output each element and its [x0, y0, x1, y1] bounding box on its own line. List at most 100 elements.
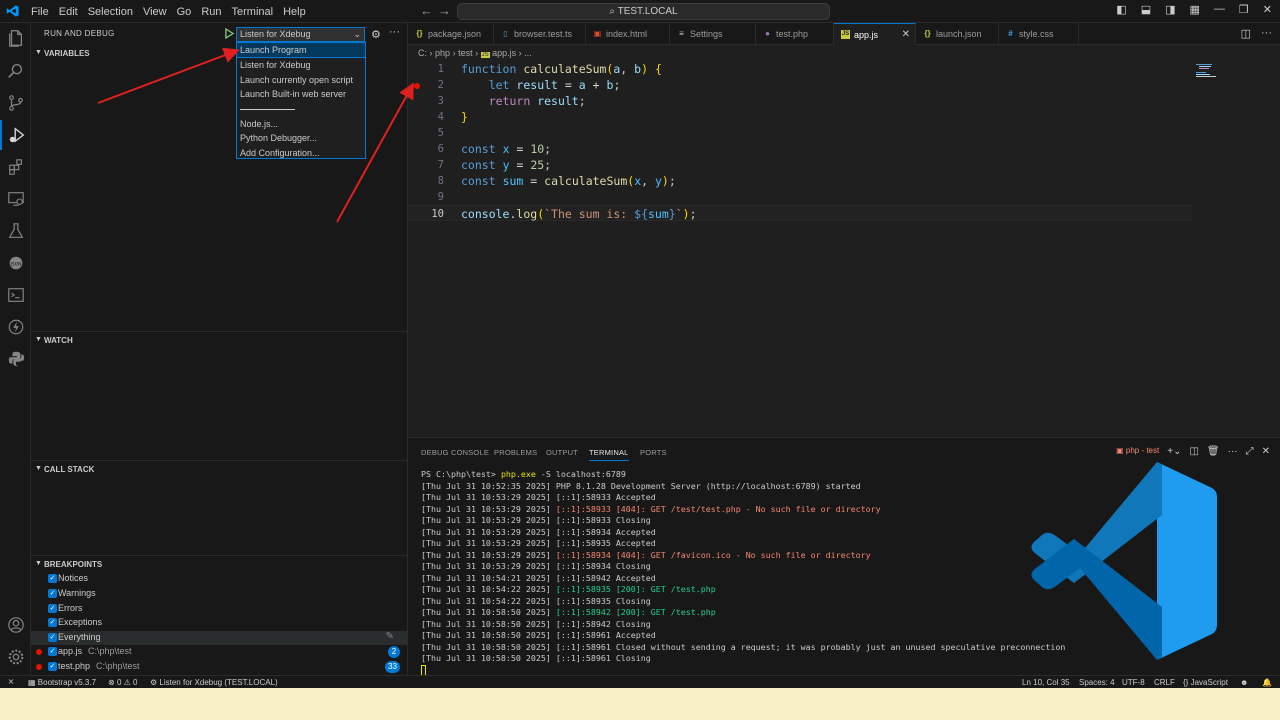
breakpoints-section-header[interactable]: ▼ BREAKPOINTS — [31, 555, 408, 573]
remote-indicator-icon[interactable]: ⨯ — [0, 676, 22, 688]
forward-arrow-icon[interactable]: → — [438, 3, 451, 18]
new-terminal-plus-icon[interactable]: +⌄ — [1167, 446, 1181, 457]
breakpoint-row-test-php[interactable]: ✓ test.php C:\php\test 33 — [31, 660, 408, 674]
copilot-icon[interactable]: ☻ — [1240, 677, 1248, 688]
panel-tab-ports[interactable]: PORTS — [640, 448, 667, 457]
code-editor[interactable]: 1 function calculateSum(a, b) { 2 let res… — [408, 61, 1280, 437]
panel-tab-problems[interactable]: PROBLEMS — [494, 448, 537, 457]
restore-window-icon[interactable]: ❐ — [1239, 3, 1249, 16]
code-line[interactable]: 9 — [408, 189, 1198, 205]
breakpoint-row-warnings[interactable]: ✓ Warnings — [31, 587, 408, 601]
code-line[interactable]: 3 return result; — [408, 93, 1198, 109]
tab-settings[interactable]: ≡ Settings — [670, 23, 756, 45]
close-tab-icon[interactable]: ✕ — [902, 24, 910, 46]
close-panel-icon[interactable]: ✕ — [1262, 446, 1270, 457]
code-line[interactable]: 8 const sum = calculateSum(x, y); — [408, 173, 1198, 189]
tab-app-js[interactable]: JS app.js ✕ — [834, 23, 916, 45]
toggle-secondary-sidebar-icon[interactable]: ◨ — [1165, 3, 1175, 16]
back-arrow-icon[interactable]: ← — [420, 3, 433, 18]
tab-launch-json[interactable]: {} launch.json — [916, 23, 999, 45]
testing-icon[interactable] — [0, 216, 31, 246]
eol-status[interactable]: CRLF — [1154, 677, 1175, 688]
more-actions-icon[interactable]: ··· — [1261, 27, 1272, 40]
dropdown-option[interactable]: Launch Program — [236, 42, 366, 58]
edit-pencil-icon[interactable]: ✎ — [386, 631, 394, 642]
menu-selection[interactable]: Selection — [83, 6, 138, 18]
bootstrap-status[interactable]: ▦ Bootstrap v5.3.7 — [28, 677, 96, 688]
split-editor-icon[interactable]: ◫ — [1241, 27, 1251, 40]
explorer-icon[interactable] — [0, 23, 31, 53]
tab-package-json[interactable]: {} package.json — [408, 23, 494, 45]
checkbox-checked-icon[interactable]: ✓ — [48, 618, 57, 627]
notifications-bell-icon[interactable]: 🔔 — [1262, 677, 1272, 688]
tab-test-php[interactable]: ● test.php — [756, 23, 834, 45]
maximize-panel-icon[interactable]: ⤢ — [1246, 446, 1254, 457]
breadcrumb-item[interactable]: ... — [524, 48, 532, 58]
checkbox-checked-icon[interactable]: ✓ — [48, 574, 57, 583]
toggle-primary-sidebar-icon[interactable]: ◧ — [1116, 3, 1126, 16]
breakpoint-row-notices[interactable]: ✓ Notices — [31, 572, 408, 586]
tab-style-css[interactable]: # style.css — [999, 23, 1079, 45]
breakpoint-row-app-js[interactable]: ✓ app.js C:\php\test 2 — [31, 645, 408, 659]
problems-status[interactable]: ⊗ 0 ⚠ 0 — [108, 677, 137, 688]
minimap[interactable] — [1196, 63, 1222, 77]
dropdown-option[interactable]: Launch currently open script — [237, 73, 365, 87]
dropdown-option[interactable]: Listen for Xdebug — [237, 58, 365, 72]
menu-terminal[interactable]: Terminal — [227, 6, 279, 18]
kill-terminal-trash-icon[interactable]: 🗑 — [1207, 446, 1220, 457]
manage-gear-icon[interactable] — [0, 642, 31, 672]
menu-view[interactable]: View — [138, 6, 172, 18]
language-status[interactable]: {} JavaScript — [1183, 677, 1228, 688]
menu-file[interactable]: File — [26, 6, 54, 18]
breakpoint-row-errors[interactable]: ✓ Errors — [31, 602, 408, 616]
json-extension-icon[interactable]: JSON — [0, 248, 31, 278]
cursor-position[interactable]: Ln 10, Col 35 — [1022, 677, 1070, 688]
panel-tab-terminal[interactable]: TERMINAL — [589, 448, 629, 461]
open-launch-json-gear-icon[interactable]: ⚙ — [371, 28, 381, 41]
remote-explorer-icon[interactable] — [0, 184, 31, 214]
extensions-icon[interactable] — [0, 152, 31, 182]
dropdown-option[interactable]: Node.js... — [237, 117, 365, 131]
breakpoint-row-everything[interactable]: ✓ Everything ✎ — [31, 631, 408, 645]
debug-configuration-select[interactable]: Listen for Xdebug ⌄ — [236, 27, 365, 42]
account-icon[interactable] — [0, 610, 31, 640]
code-line[interactable]: 4} — [408, 109, 1198, 125]
more-actions-icon[interactable]: ··· — [1228, 446, 1238, 457]
encoding-status[interactable]: UTF-8 — [1122, 677, 1145, 688]
tab-browser-test-ts[interactable]: ▯ browser.test.ts — [494, 23, 586, 45]
panel-tab-debug-console[interactable]: DEBUG CONSOLE — [421, 448, 489, 457]
python-icon[interactable] — [0, 344, 31, 374]
menu-go[interactable]: Go — [172, 6, 197, 18]
code-line[interactable]: 1 function calculateSum(a, b) { — [408, 61, 1198, 77]
panel-tab-output[interactable]: OUTPUT — [546, 448, 578, 457]
lightning-icon[interactable] — [0, 312, 31, 342]
close-window-icon[interactable]: ✕ — [1263, 3, 1272, 16]
run-and-debug-icon[interactable] — [0, 120, 31, 150]
toggle-panel-icon[interactable]: ⬓ — [1141, 3, 1151, 16]
checkbox-checked-icon[interactable]: ✓ — [48, 662, 57, 671]
dropdown-option[interactable]: Add Configuration... — [237, 146, 365, 160]
breakpoint-row-exceptions[interactable]: ✓ Exceptions — [31, 616, 408, 630]
menu-help[interactable]: Help — [278, 6, 311, 18]
dropdown-option[interactable]: Python Debugger... — [237, 131, 365, 145]
watch-section-header[interactable]: ▼ WATCH — [31, 331, 408, 349]
breadcrumb-item[interactable]: php — [435, 48, 450, 58]
menu-run[interactable]: Run — [196, 6, 226, 18]
debug-status[interactable]: ⚙ Listen for Xdebug (TEST.LOCAL) — [150, 677, 278, 688]
minimize-window-icon[interactable]: — — [1214, 3, 1225, 16]
menu-edit[interactable]: Edit — [54, 6, 83, 18]
terminal-view-icon[interactable] — [0, 280, 31, 310]
breadcrumb-item[interactable]: app.js — [492, 48, 516, 58]
checkbox-checked-icon[interactable]: ✓ — [48, 647, 57, 656]
source-control-icon[interactable] — [0, 88, 31, 118]
dropdown-option[interactable]: Launch Built-in web server — [237, 87, 365, 101]
more-actions-icon[interactable]: ··· — [389, 26, 400, 38]
split-terminal-icon[interactable]: ◫ — [1189, 446, 1198, 457]
indentation-status[interactable]: Spaces: 4 — [1079, 677, 1115, 688]
code-line[interactable]: 6 const x = 10; — [408, 141, 1198, 157]
breadcrumb-item[interactable]: test — [458, 48, 473, 58]
terminal-instance[interactable]: ▣ php - test — [1116, 446, 1159, 457]
checkbox-checked-icon[interactable]: ✓ — [48, 604, 57, 613]
customize-layout-icon[interactable]: ▦ — [1190, 3, 1200, 16]
call-stack-section-header[interactable]: ▼ CALL STACK — [31, 460, 408, 478]
